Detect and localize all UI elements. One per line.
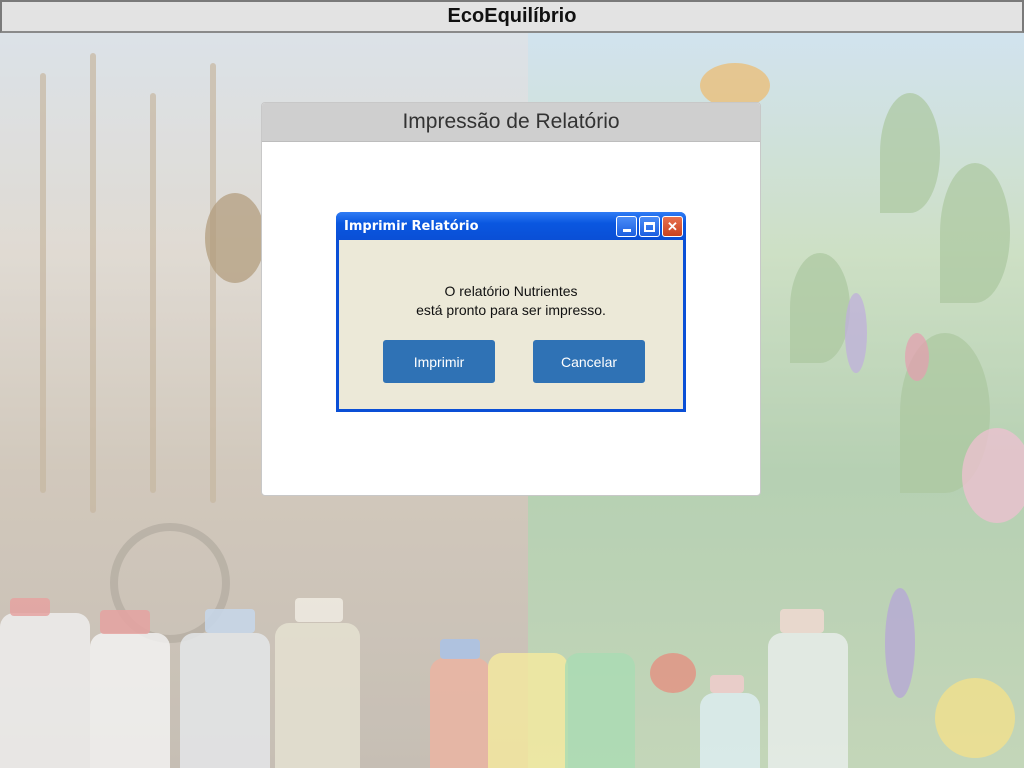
window-controls: ✕: [616, 216, 683, 237]
message-line-2: está pronto para ser impresso.: [416, 302, 606, 318]
cancel-button[interactable]: Cancelar: [533, 340, 645, 383]
maximize-icon: [644, 221, 655, 232]
dialog-message: O relatório Nutrientes está pronto para …: [339, 282, 683, 320]
app-title: EcoEquilíbrio: [447, 5, 577, 27]
minimize-icon: [622, 229, 631, 232]
close-button[interactable]: ✕: [662, 216, 683, 237]
dialog-title: Imprimir Relatório: [344, 218, 479, 234]
maximize-button[interactable]: [639, 216, 660, 237]
message-line-1: O relatório Nutrientes: [444, 283, 578, 299]
print-report-dialog: Imprimir Relatório ✕ O relatório Nutrien…: [336, 212, 686, 412]
close-icon: ✕: [667, 218, 678, 234]
print-button[interactable]: Imprimir: [383, 340, 495, 383]
panel-title: Impressão de Relatório: [402, 110, 620, 133]
minimize-button[interactable]: [616, 216, 637, 237]
panel-header: Impressão de Relatório: [262, 103, 760, 142]
app-titlebar: EcoEquilíbrio: [0, 0, 1024, 33]
dialog-titlebar[interactable]: Imprimir Relatório ✕: [336, 212, 686, 240]
